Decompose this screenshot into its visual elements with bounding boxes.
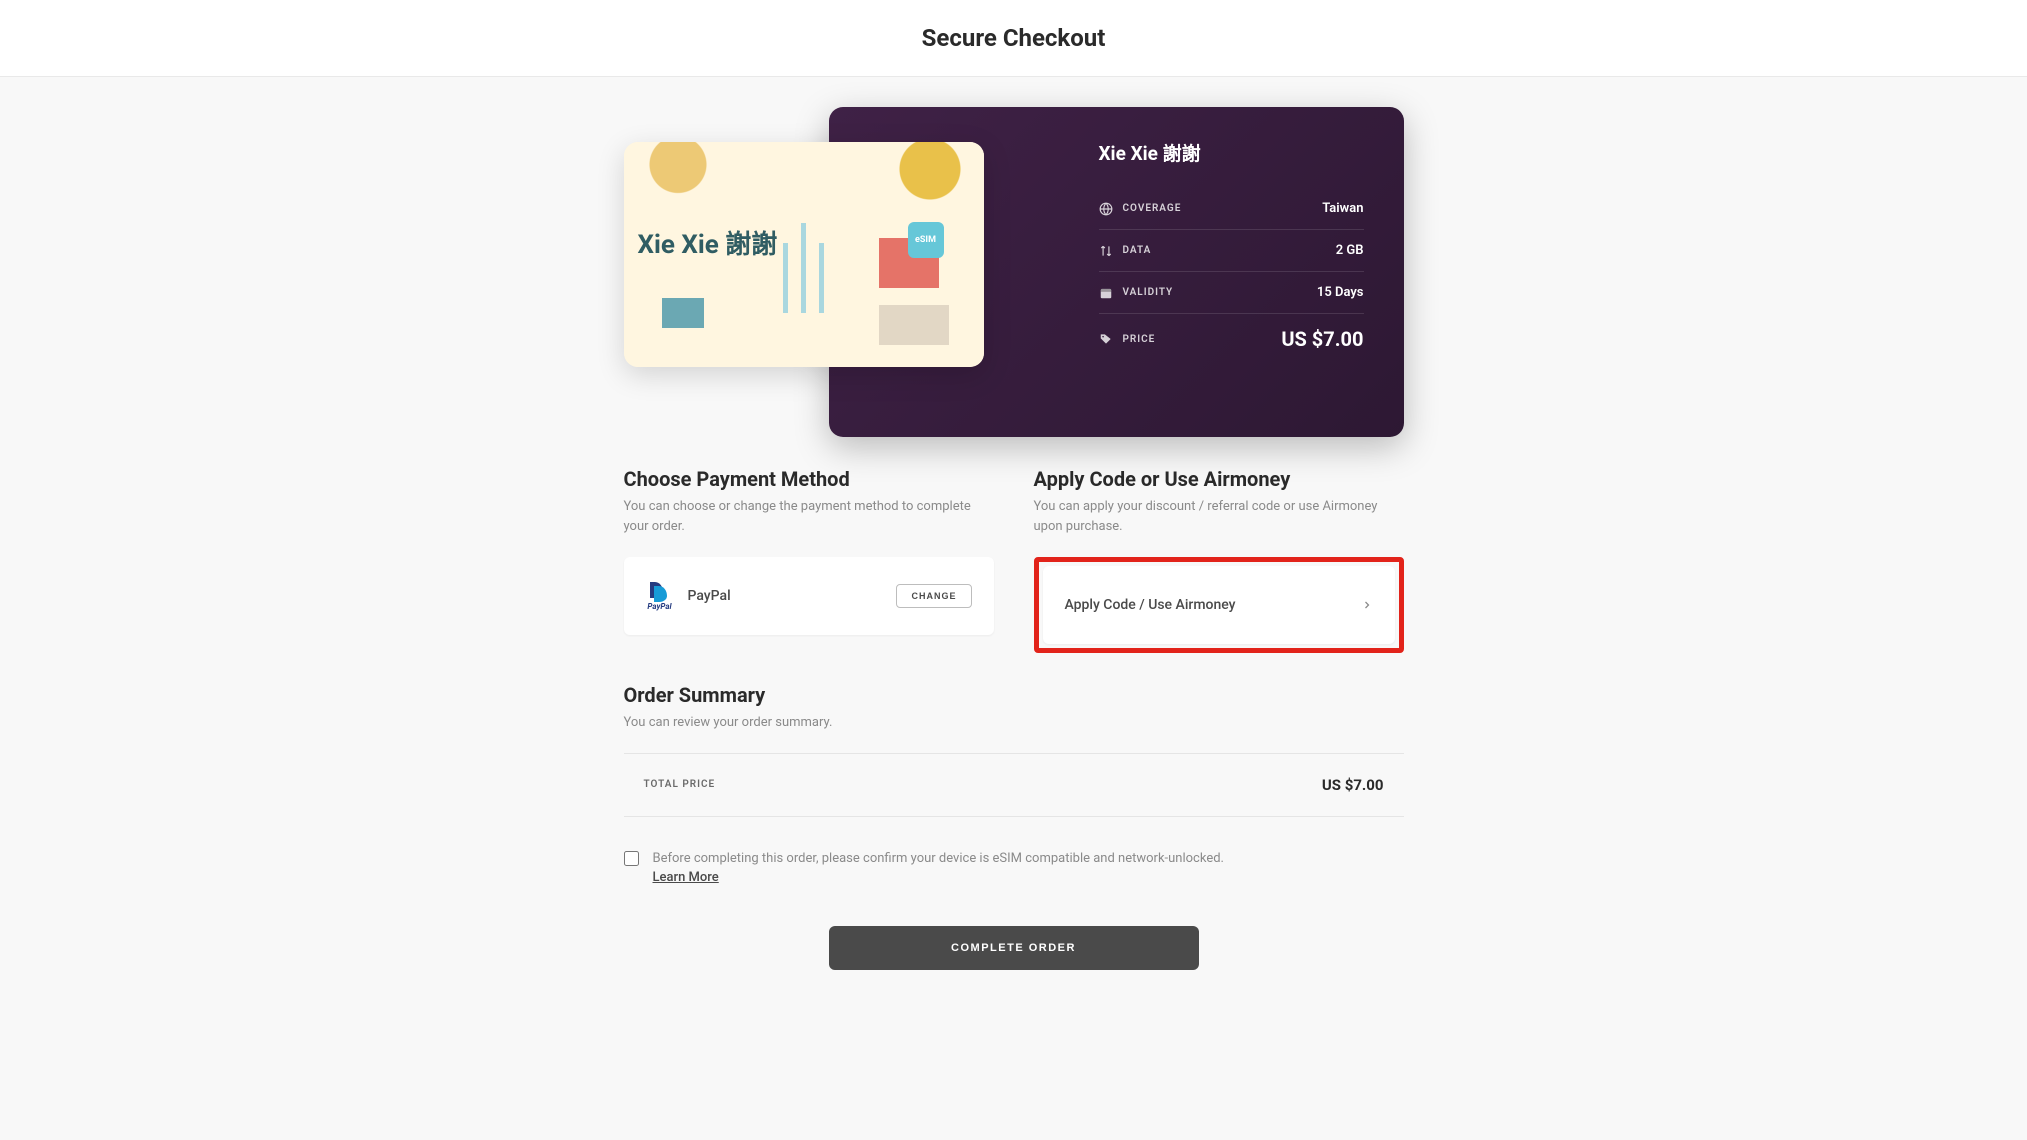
product-image-text: Xie Xie 謝謝: [638, 224, 778, 261]
product-section: Xie Xie 謝謝 eSIM Xie Xie 謝謝 COVERAGE Taiw…: [624, 107, 1404, 437]
two-column-section: Choose Payment Method You can choose or …: [624, 467, 1404, 653]
product-image-inner: Xie Xie 謝謝 eSIM: [624, 142, 984, 367]
apply-code-title: Apply Code or Use Airmoney: [1034, 467, 1404, 491]
product-row-validity: VALIDITY 15 Days: [1099, 272, 1364, 314]
payment-method-section: Choose Payment Method You can choose or …: [624, 467, 994, 653]
validity-value: 15 Days: [1317, 285, 1364, 300]
esim-badge: eSIM: [908, 222, 944, 258]
header: Secure Checkout: [0, 0, 2027, 77]
change-button[interactable]: CHANGE: [896, 584, 971, 608]
coverage-label: COVERAGE: [1123, 203, 1182, 214]
coverage-value: Taiwan: [1322, 201, 1363, 216]
price-label: PRICE: [1123, 334, 1156, 345]
learn-more-link[interactable]: Learn More: [653, 870, 719, 885]
globe-icon: [1099, 202, 1113, 216]
apply-code-highlight: Apply Code / Use Airmoney: [1034, 557, 1404, 653]
order-summary-desc: You can review your order summary.: [624, 713, 1404, 733]
apply-code-label: Apply Code / Use Airmoney: [1065, 597, 1236, 613]
apply-code-section: Apply Code or Use Airmoney You can apply…: [1034, 467, 1404, 653]
product-name: Xie Xie 謝謝: [1099, 139, 1364, 166]
arrows-icon: [1099, 244, 1113, 258]
payment-desc: You can choose or change the payment met…: [624, 497, 994, 537]
calendar-icon: [1099, 286, 1113, 300]
product-row-data: DATA 2 GB: [1099, 230, 1364, 272]
payment-method-name: PayPal: [688, 588, 731, 604]
payment-method-card: PayPal PayPal CHANGE: [624, 557, 994, 635]
paypal-icon: PayPal: [646, 582, 674, 610]
product-row-price: PRICE US $7.00: [1099, 314, 1364, 364]
confirm-text-container: Before completing this order, please con…: [653, 849, 1224, 888]
product-image: Xie Xie 謝謝 eSIM: [624, 142, 984, 367]
total-price-label: TOTAL PRICE: [644, 779, 716, 790]
tag-icon: [1099, 332, 1113, 346]
confirm-checkbox[interactable]: [624, 851, 639, 866]
complete-order-button[interactable]: COMPLETE ORDER: [829, 926, 1199, 970]
chevron-right-icon: [1361, 596, 1373, 615]
order-summary-title: Order Summary: [624, 683, 1404, 707]
page-title: Secure Checkout: [0, 24, 2027, 52]
apply-code-desc: You can apply your discount / referral c…: [1034, 497, 1404, 537]
total-price-value: US $7.00: [1322, 776, 1384, 794]
data-label: DATA: [1123, 245, 1152, 256]
validity-label: VALIDITY: [1123, 287, 1174, 298]
payment-title: Choose Payment Method: [624, 467, 994, 491]
data-value: 2 GB: [1336, 243, 1364, 258]
total-price-row: TOTAL PRICE US $7.00: [624, 753, 1404, 817]
confirm-text: Before completing this order, please con…: [653, 851, 1224, 866]
price-value: US $7.00: [1281, 327, 1363, 351]
main-container: Xie Xie 謝謝 eSIM Xie Xie 謝謝 COVERAGE Taiw…: [624, 77, 1404, 1030]
apply-code-button[interactable]: Apply Code / Use Airmoney: [1043, 566, 1395, 644]
product-row-coverage: COVERAGE Taiwan: [1099, 188, 1364, 230]
order-summary-section: Order Summary You can review your order …: [624, 683, 1404, 888]
confirm-row: Before completing this order, please con…: [624, 849, 1404, 888]
